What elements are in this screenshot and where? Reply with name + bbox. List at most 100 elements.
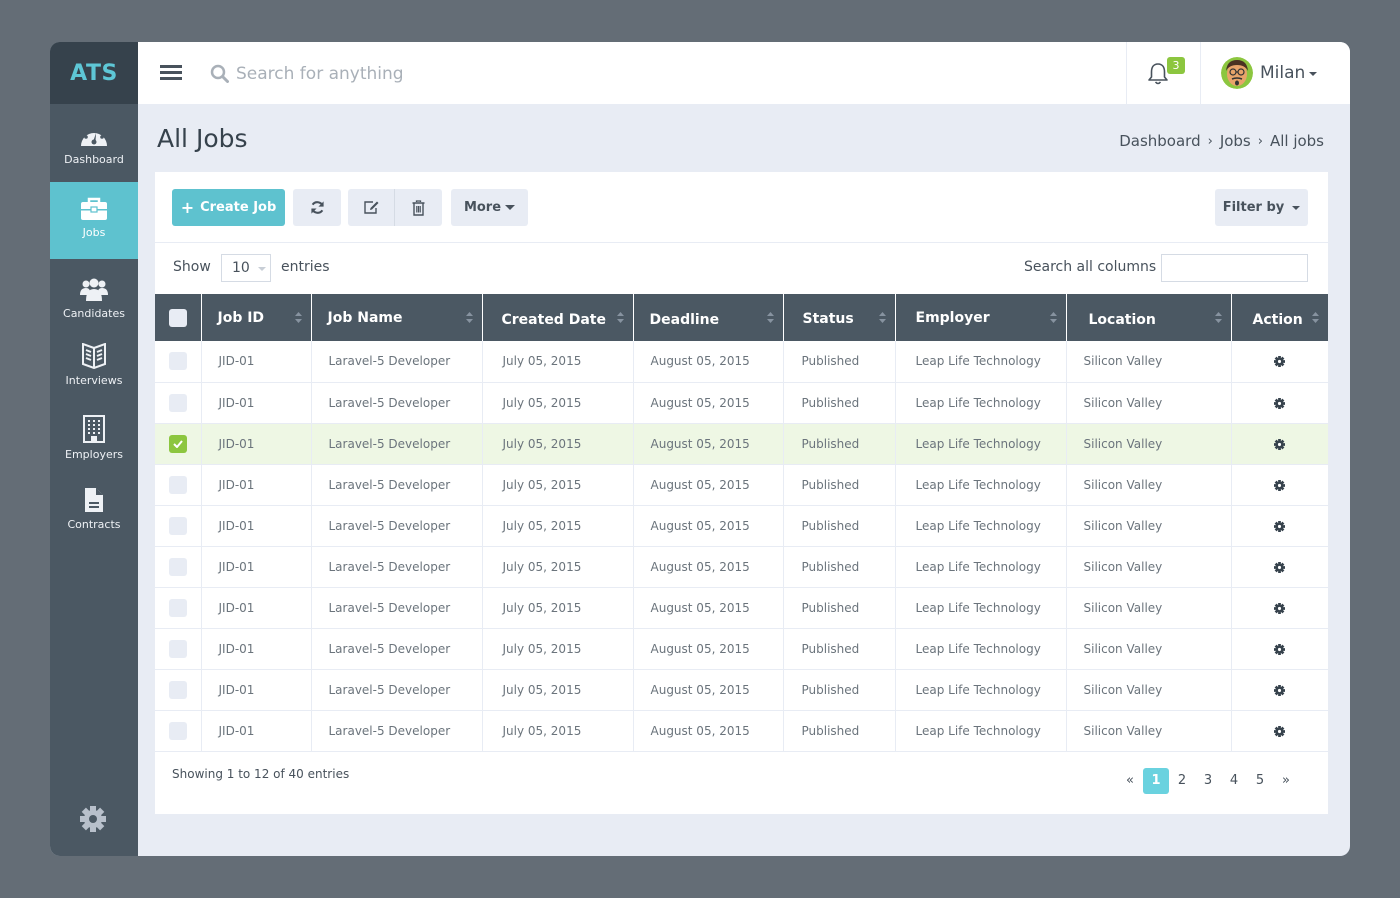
- table-row[interactable]: JID-01 Laravel-5 Developer July 05, 2015 Au…: [155, 341, 1328, 383]
- sort-icon: [616, 312, 624, 323]
- sidebar-item-contracts[interactable]: Contracts: [50, 487, 138, 531]
- row-checkbox[interactable]: [169, 434, 187, 453]
- location-cell: Silicon Valley: [1065, 423, 1231, 465]
- gear-icon[interactable]: [79, 805, 107, 833]
- deadline-cell: August 05, 2015: [632, 546, 783, 588]
- row-checkbox[interactable]: [169, 352, 187, 371]
- column-header-employer[interactable]: Employer: [894, 294, 1066, 341]
- status-cell: Published: [782, 464, 895, 506]
- show-label: Show: [173, 259, 211, 275]
- location-cell: Silicon Valley: [1065, 587, 1231, 629]
- table-row[interactable]: JID-01 Laravel-5 Developer July 05, 2015 Au…: [155, 423, 1328, 465]
- sidebar-item-dashboard[interactable]: Dashboard: [50, 114, 138, 182]
- menu-toggle-icon[interactable]: [160, 65, 182, 82]
- gear-icon[interactable]: [1274, 643, 1286, 655]
- status-cell: Published: [782, 710, 895, 752]
- sidebar-item-interviews[interactable]: Interviews: [50, 343, 138, 387]
- deadline-cell: August 05, 2015: [632, 628, 783, 670]
- created-date-cell: July 05, 2015: [481, 710, 633, 752]
- pagination-prev[interactable]: «: [1117, 768, 1143, 794]
- job-id-cell: JID-01: [200, 382, 311, 424]
- filter-label: Filter by: [1222, 200, 1285, 215]
- edit-button[interactable]: [348, 189, 395, 226]
- select-all-checkbox[interactable]: [169, 308, 187, 327]
- employer-cell: Leap Life Technology: [894, 505, 1066, 547]
- gear-icon[interactable]: [1274, 356, 1286, 368]
- breadcrumb-jobs[interactable]: Jobs: [1220, 132, 1251, 150]
- pagination-next[interactable]: »: [1273, 768, 1299, 794]
- delete-button[interactable]: [395, 189, 442, 226]
- deadline-cell: August 05, 2015: [632, 382, 783, 424]
- sort-icon: [1049, 312, 1057, 323]
- sidebar-item-candidates[interactable]: Candidates: [50, 278, 138, 320]
- row-checkbox[interactable]: [169, 393, 187, 412]
- row-checkbox[interactable]: [169, 639, 187, 658]
- row-checkbox[interactable]: [169, 721, 187, 740]
- table-row[interactable]: JID-01 Laravel-5 Developer July 05, 2015 Au…: [155, 464, 1328, 506]
- job-name-cell: Laravel-5 Developer: [310, 423, 482, 465]
- gear-icon[interactable]: [1274, 725, 1286, 737]
- table-row[interactable]: JID-01 Laravel-5 Developer July 05, 2015 Au…: [155, 710, 1328, 752]
- pagination-page-2[interactable]: 2: [1169, 768, 1195, 794]
- global-search-input[interactable]: [236, 58, 836, 90]
- search-columns-input[interactable]: [1161, 254, 1308, 282]
- sidebar-item-label: Candidates: [63, 307, 125, 320]
- pagination-page-5[interactable]: 5: [1247, 768, 1273, 794]
- gear-icon[interactable]: [1274, 479, 1286, 491]
- sidebar-item-jobs[interactable]: Jobs: [50, 182, 138, 259]
- action-cell: [1230, 464, 1328, 506]
- sort-icon: [1214, 312, 1222, 323]
- more-dropdown-button[interactable]: More: [451, 189, 528, 226]
- action-cell: [1230, 505, 1328, 547]
- page-length-select[interactable]: 10: [221, 254, 271, 282]
- row-checkbox[interactable]: [169, 598, 187, 617]
- table-row[interactable]: JID-01 Laravel-5 Developer July 05, 2015 Au…: [155, 587, 1328, 629]
- user-menu[interactable]: Milan: [1221, 56, 1318, 90]
- pagination-page-1[interactable]: 1: [1143, 768, 1169, 794]
- status-cell: Published: [782, 382, 895, 424]
- gear-icon[interactable]: [1274, 397, 1286, 409]
- gear-icon[interactable]: [1274, 438, 1286, 450]
- column-header-job-id[interactable]: Job ID: [200, 294, 311, 341]
- row-checkbox[interactable]: [169, 475, 187, 494]
- column-header-created-date[interactable]: Created Date: [481, 294, 633, 341]
- job-name-cell: Laravel-5 Developer: [310, 341, 482, 383]
- sidebar-item-label: Dashboard: [64, 153, 124, 166]
- table-row[interactable]: JID-01 Laravel-5 Developer July 05, 2015 Au…: [155, 628, 1328, 670]
- job-id-cell: JID-01: [200, 423, 311, 465]
- location-cell: Silicon Valley: [1065, 669, 1231, 711]
- pagination-page-3[interactable]: 3: [1195, 768, 1221, 794]
- sidebar-item-employers[interactable]: Employers: [50, 415, 138, 461]
- created-date-cell: July 05, 2015: [481, 464, 633, 506]
- row-checkbox[interactable]: [169, 557, 187, 576]
- sidebar-item-label: Interviews: [65, 374, 123, 387]
- table-row[interactable]: JID-01 Laravel-5 Developer July 05, 2015 Au…: [155, 382, 1328, 424]
- refresh-button[interactable]: [293, 189, 341, 226]
- row-checkbox[interactable]: [169, 516, 187, 535]
- deadline-cell: August 05, 2015: [632, 423, 783, 465]
- job-id-cell: JID-01: [200, 710, 311, 752]
- row-select-cell: [155, 587, 201, 629]
- column-header-job-name[interactable]: Job Name: [310, 294, 482, 341]
- row-checkbox[interactable]: [169, 680, 187, 699]
- create-job-button[interactable]: + Create Job: [172, 189, 285, 226]
- column-header-status[interactable]: Status: [782, 294, 895, 341]
- gear-icon[interactable]: [1274, 684, 1286, 696]
- filter-by-button[interactable]: Filter by: [1215, 189, 1308, 226]
- table-row[interactable]: JID-01 Laravel-5 Developer July 05, 2015 Au…: [155, 669, 1328, 711]
- bell-icon[interactable]: [1147, 62, 1169, 86]
- column-header-action[interactable]: Action: [1230, 294, 1328, 341]
- logo[interactable]: ATS: [50, 42, 138, 104]
- document-icon: [85, 488, 103, 512]
- table-row[interactable]: JID-01 Laravel-5 Developer July 05, 2015 Au…: [155, 546, 1328, 588]
- column-header-deadline[interactable]: Deadline: [632, 294, 783, 341]
- gear-icon[interactable]: [1274, 602, 1286, 614]
- gear-icon[interactable]: [1274, 561, 1286, 573]
- created-date-cell: July 05, 2015: [481, 669, 633, 711]
- breadcrumb-dashboard[interactable]: Dashboard: [1119, 132, 1200, 150]
- pagination-page-4[interactable]: 4: [1221, 768, 1247, 794]
- gear-icon[interactable]: [1274, 520, 1286, 532]
- action-cell: [1230, 423, 1328, 465]
- column-header-location[interactable]: Location: [1065, 294, 1231, 341]
- table-row[interactable]: JID-01 Laravel-5 Developer July 05, 2015 Au…: [155, 505, 1328, 547]
